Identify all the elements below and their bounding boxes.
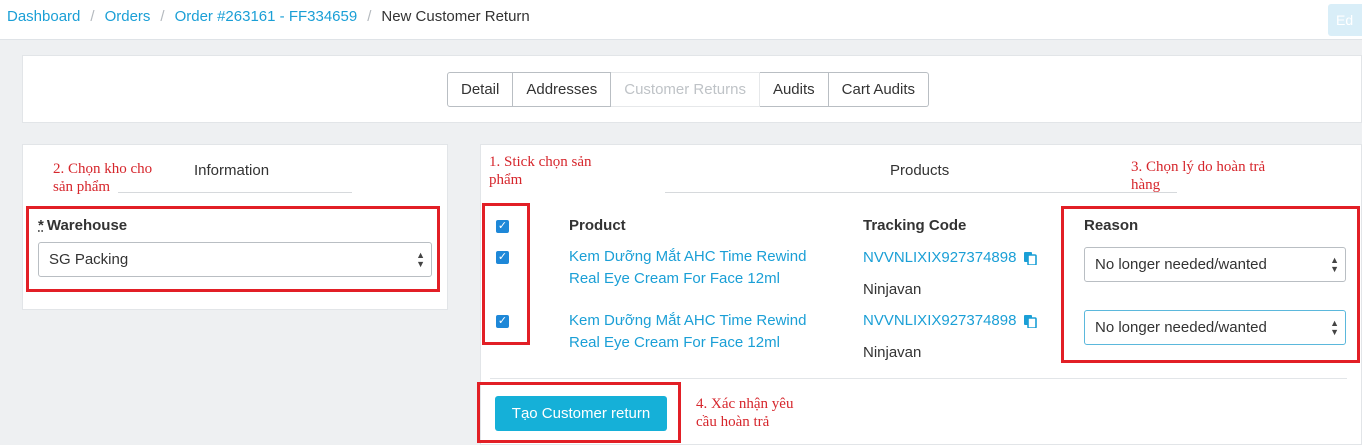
tracking-code-link[interactable]: NVVNLIXIX927374898 [863,312,1016,329]
highlight-warehouse [26,206,440,292]
order-tabs-panel: Detail Addresses Customer Returns Audits… [22,55,1362,123]
copy-icon[interactable] [1023,251,1037,265]
highlight-checkboxes [482,203,530,345]
product-name-line1: Kem Dưỡng Mắt AHC Time Rewind [569,312,807,329]
tracking-code-link[interactable]: NVVNLIXIX927374898 [863,249,1016,266]
annotation-line: phẩm [489,172,523,188]
highlight-create-button [477,382,681,443]
annotation-line: sản phẩm [53,179,111,195]
product-name-line2: Real Eye Cream For Face 12ml [569,270,780,287]
annotation-step-4: 4. Xác nhận yêu cầu hoàn trả [696,395,793,431]
highlight-reason [1061,206,1360,363]
top-bar: Dashboard / Orders / Order #263161 - FF3… [0,0,1362,40]
breadcrumb-separator: / [367,8,372,25]
annotation-step-1: 1. Stick chọn sản phẩm [489,153,592,189]
carrier-name: Ninjavan [863,344,922,361]
breadcrumb: Dashboard / Orders / Order #263161 - FF3… [7,8,530,25]
breadcrumb-dashboard[interactable]: Dashboard [7,8,80,25]
tab-audits[interactable]: Audits [759,72,829,107]
annotation-step-2: 2. Chọn kho cho sản phẩm [53,160,152,196]
breadcrumb-separator: / [160,8,165,25]
annotation-line: hàng [1131,177,1161,193]
information-title-rule [118,192,352,193]
edit-button[interactable]: Ed [1328,4,1362,36]
product-name-line1: Kem Dưỡng Mắt AHC Time Rewind [569,248,807,265]
tab-detail[interactable]: Detail [447,72,514,107]
annotation-step-3: 3. Chọn lý do hoàn trả hàng [1131,158,1265,194]
product-link[interactable]: Kem Dưỡng Mắt AHC Time Rewind Real Eye C… [569,246,806,290]
annotation-line: 4. Xác nhận yêu [696,396,794,412]
column-header-product: Product [569,217,626,234]
product-name-line2: Real Eye Cream For Face 12ml [569,334,780,351]
tab-addresses[interactable]: Addresses [513,72,612,107]
breadcrumb-orders[interactable]: Orders [105,8,151,25]
order-tabs: Detail Addresses Customer Returns Audits… [447,72,930,107]
annotation-line: cầu hoàn trả [696,414,770,430]
tab-customer-returns[interactable]: Customer Returns [611,72,760,107]
tab-cart-audits[interactable]: Cart Audits [828,72,930,107]
annotation-line: 2. Chọn kho cho [53,161,153,177]
annotation-line: 3. Chọn lý do hoàn trả [1131,159,1266,175]
information-title: Information [194,162,270,179]
breadcrumb-current: New Customer Return [381,8,530,25]
column-header-tracking-code: Tracking Code [863,217,967,234]
breadcrumb-order[interactable]: Order #263161 - FF334659 [175,8,358,25]
actions-divider [490,378,1347,379]
products-title: Products [890,162,950,179]
carrier-name: Ninjavan [863,281,922,298]
annotation-line: 1. Stick chọn sản [489,154,592,170]
copy-icon[interactable] [1023,314,1037,328]
products-title-rule [665,192,1177,193]
breadcrumb-separator: / [90,8,95,25]
product-link[interactable]: Kem Dưỡng Mắt AHC Time Rewind Real Eye C… [569,310,806,354]
